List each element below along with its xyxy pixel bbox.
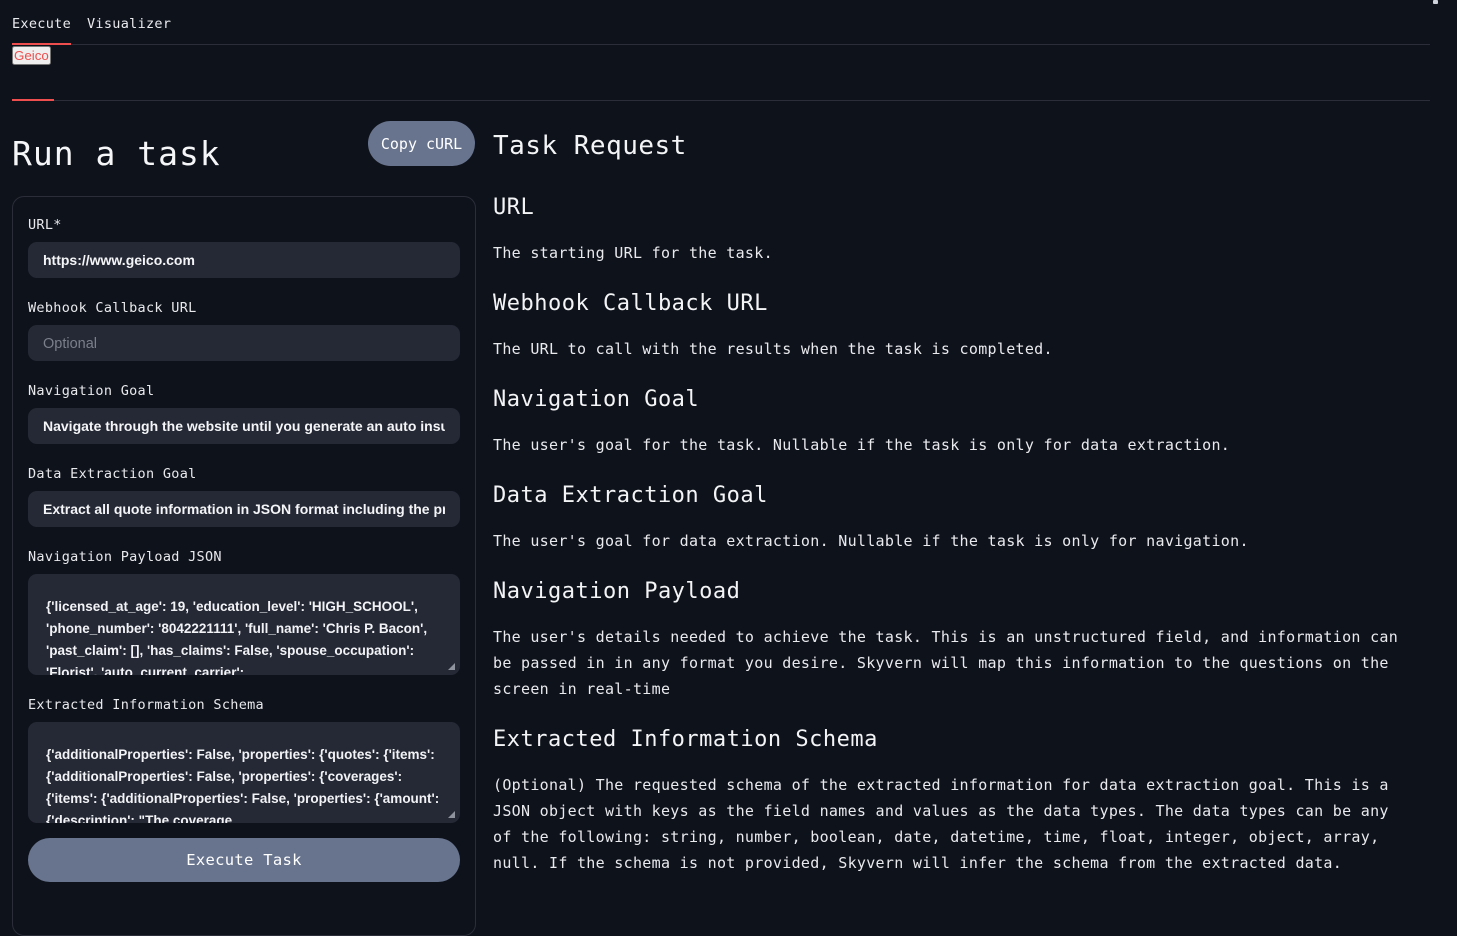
navigation-payload-label: Navigation Payload JSON xyxy=(28,549,460,565)
page-title: Run a task xyxy=(12,134,221,173)
doc-heading-navigation-goal: Navigation Goal xyxy=(493,387,1433,412)
task-tabbar: Geico xyxy=(12,45,1430,101)
doc-heading-url: URL xyxy=(493,195,1433,220)
doc-heading-navigation-payload: Navigation Payload xyxy=(493,579,1433,604)
doc-body-data-extraction-goal: The user's goal for data extraction. Nul… xyxy=(493,528,1433,554)
scrollbar-thumb[interactable] xyxy=(1433,0,1438,4)
schema-textarea[interactable]: {'additionalProperties': False, 'propert… xyxy=(28,722,460,823)
resize-grip-icon[interactable] xyxy=(448,663,455,670)
data-extraction-goal-input[interactable] xyxy=(28,491,460,527)
docs-title: Task Request xyxy=(493,131,1433,161)
doc-body-navigation-goal: The user's goal for the task. Nullable i… xyxy=(493,432,1433,458)
navigation-payload-textarea[interactable]: {'licensed_at_age': 19, 'education_level… xyxy=(28,574,460,675)
doc-heading-webhook: Webhook Callback URL xyxy=(493,291,1433,316)
doc-body-schema: (Optional) The requested schema of the e… xyxy=(493,772,1433,876)
tab-geico[interactable]: Geico xyxy=(12,46,51,65)
schema-field-group: Extracted Information Schema {'additiona… xyxy=(28,697,460,823)
navigation-goal-input[interactable] xyxy=(28,408,460,444)
doc-body-navigation-payload: The user's details needed to achieve the… xyxy=(493,624,1433,702)
navigation-payload-field-group: Navigation Payload JSON {'licensed_at_ag… xyxy=(28,549,460,675)
tab-execute[interactable]: Execute xyxy=(12,16,71,32)
doc-heading-data-extraction-goal: Data Extraction Goal xyxy=(493,483,1433,508)
tab-visualizer[interactable]: Visualizer xyxy=(87,16,171,32)
data-extraction-goal-field-group: Data Extraction Goal xyxy=(28,466,460,527)
doc-heading-schema: Extracted Information Schema xyxy=(493,727,1433,752)
doc-body-url: The starting URL for the task. xyxy=(493,240,1433,266)
navigation-goal-field-group: Navigation Goal xyxy=(28,383,460,444)
data-extraction-goal-label: Data Extraction Goal xyxy=(28,466,460,482)
execute-task-button[interactable]: Execute Task xyxy=(28,838,460,882)
webhook-input[interactable] xyxy=(28,325,460,361)
resize-grip-icon[interactable] xyxy=(448,811,455,818)
url-input[interactable] xyxy=(28,242,460,278)
url-field-group: URL* xyxy=(28,217,460,278)
copy-curl-button[interactable]: Copy cURL xyxy=(368,121,475,166)
navigation-goal-label: Navigation Goal xyxy=(28,383,460,399)
webhook-field-group: Webhook Callback URL xyxy=(28,300,460,361)
run-task-form-card: URL* Webhook Callback URL Navigation Goa… xyxy=(12,196,476,936)
schema-label: Extracted Information Schema xyxy=(28,697,460,713)
task-request-docs: Task Request URL The starting URL for th… xyxy=(493,131,1433,901)
url-label: URL* xyxy=(28,217,460,233)
active-subtab-underline xyxy=(12,99,54,101)
webhook-label: Webhook Callback URL xyxy=(28,300,460,316)
doc-body-webhook: The URL to call with the results when th… xyxy=(493,336,1433,362)
main-tabbar: Execute Visualizer xyxy=(12,0,1430,45)
